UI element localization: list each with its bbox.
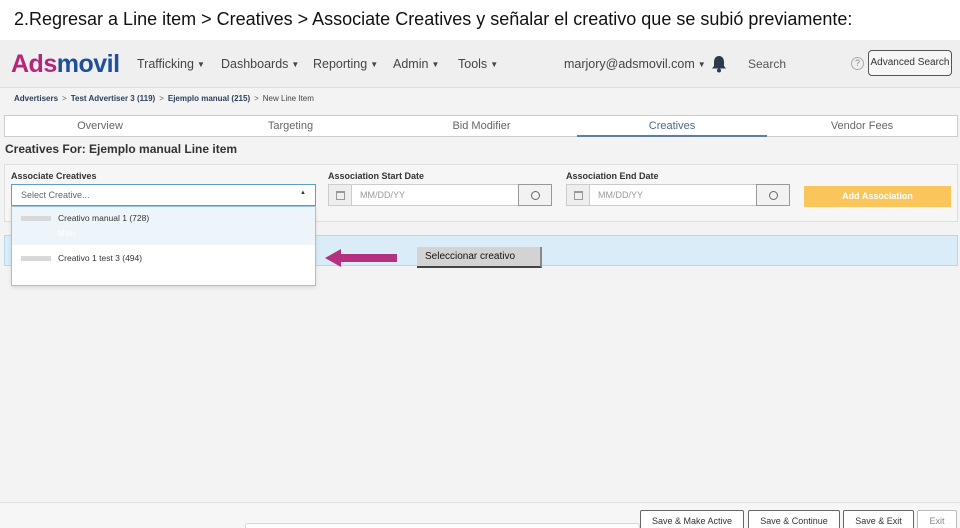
- user-email: marjory@adsmovil.com: [564, 57, 695, 71]
- search-input[interactable]: [740, 52, 862, 76]
- nav-admin-label: Admin: [393, 57, 429, 71]
- end-date-input[interactable]: [590, 184, 757, 206]
- caret-down-icon: ▼: [196, 60, 205, 70]
- dropdown-option-creativo-manual-1[interactable]: Creativo manual 1 (728) Main: [12, 207, 315, 245]
- adsmovil-logo[interactable]: Adsmovil: [11, 50, 120, 79]
- creative-select-placeholder: Select Creative...: [21, 190, 90, 200]
- breadcrumb-advertisers[interactable]: Advertisers: [14, 94, 58, 103]
- save-exit-button[interactable]: Save & Exit: [843, 510, 914, 528]
- nav-reporting[interactable]: Reporting ▼: [313, 57, 378, 71]
- dropdown-option-label: Creativo manual 1 (728): [58, 213, 150, 223]
- breadcrumb: Advertisers > Test Advertiser 3 (119) > Ejem…: [14, 94, 314, 103]
- creative-thumbnail: [21, 256, 51, 261]
- creative-select[interactable]: Select Creative... ▲: [11, 184, 316, 206]
- save-continue-button[interactable]: Save & Continue: [748, 510, 840, 528]
- nav-tools-label: Tools: [458, 57, 488, 71]
- annotation-arrow-shaft: [340, 254, 397, 262]
- start-date-label: Association Start Date: [328, 171, 425, 181]
- tab-targeting[interactable]: Targeting: [195, 116, 386, 137]
- tab-vendor-fees[interactable]: Vendor Fees: [767, 116, 957, 137]
- advanced-search-button[interactable]: Advanced Search: [868, 50, 952, 76]
- caret-down-icon: ▼: [291, 60, 300, 70]
- nav-tools[interactable]: Tools ▼: [458, 57, 498, 71]
- clock-icon: [531, 191, 540, 200]
- logo-part-ads: Ads: [11, 50, 57, 78]
- caret-down-icon: ▼: [697, 60, 706, 70]
- creative-dropdown-list: Creativo manual 1 (728) Main Creativo 1 …: [11, 206, 316, 286]
- line-item-tabs: Overview Targeting Bid Modifier Creative…: [4, 115, 958, 137]
- annotation-callout: Seleccionar creativo: [417, 247, 542, 268]
- chevron-right-icon: >: [62, 94, 67, 103]
- nav-dashboards[interactable]: Dashboards ▼: [221, 57, 299, 71]
- bell-icon[interactable]: [711, 55, 727, 73]
- end-date-label: Association End Date: [566, 171, 659, 181]
- chevron-right-icon: >: [159, 94, 164, 103]
- clock-icon: [769, 191, 778, 200]
- add-association-button[interactable]: Add Association: [804, 186, 951, 207]
- save-make-active-button[interactable]: Save & Make Active: [640, 510, 744, 528]
- calendar-icon: [574, 191, 583, 200]
- arrow-left-icon: [325, 249, 341, 267]
- section-title: Creatives For: Ejemplo manual Line item: [5, 142, 238, 156]
- dropdown-option-label: Creativo 1 test 3 (494): [58, 253, 143, 263]
- user-menu[interactable]: marjory@adsmovil.com ▼: [564, 57, 706, 71]
- chevron-right-icon: >: [254, 94, 259, 103]
- nav-trafficking[interactable]: Trafficking ▼: [137, 57, 205, 71]
- tab-bid-modifier[interactable]: Bid Modifier: [386, 116, 577, 137]
- peek-card: [245, 523, 640, 528]
- creative-thumbnail: [21, 216, 51, 221]
- caret-down-icon: ▼: [490, 60, 499, 70]
- calendar-icon: [336, 191, 345, 200]
- end-calendar-icon[interactable]: [566, 184, 590, 206]
- start-time-button[interactable]: [518, 184, 552, 206]
- breadcrumb-advertiser[interactable]: Test Advertiser 3 (119): [71, 94, 155, 103]
- caret-down-icon: ▼: [370, 60, 379, 70]
- nav-dashboards-label: Dashboards: [221, 57, 289, 71]
- tab-overview[interactable]: Overview: [5, 116, 195, 137]
- app-window: Adsmovil Trafficking ▼ Dashboards ▼ Report…: [0, 40, 960, 528]
- end-time-button[interactable]: [756, 184, 790, 206]
- dropdown-option-sublabel: Main: [58, 229, 76, 238]
- nav-admin[interactable]: Admin ▼: [393, 57, 439, 71]
- dropdown-option-creativo-1-test-3[interactable]: Creativo 1 test 3 (494): [12, 245, 315, 283]
- caret-down-icon: ▼: [431, 60, 440, 70]
- tab-creatives[interactable]: Creatives: [577, 116, 767, 137]
- associate-creatives-label: Associate Creatives: [11, 171, 97, 181]
- nav-trafficking-label: Trafficking: [137, 57, 194, 71]
- start-calendar-icon[interactable]: [328, 184, 352, 206]
- help-icon[interactable]: ?: [851, 57, 864, 70]
- nav-reporting-label: Reporting: [313, 57, 368, 71]
- breadcrumb-campaign[interactable]: Ejemplo manual (215): [168, 94, 250, 103]
- logo-part-movil: movil: [56, 50, 120, 78]
- breadcrumb-current: New Line Item: [262, 94, 314, 103]
- caret-up-icon: ▲: [300, 190, 306, 196]
- start-date-input[interactable]: [352, 184, 519, 206]
- top-navbar: Adsmovil Trafficking ▼ Dashboards ▼ Report…: [0, 40, 960, 88]
- exit-button[interactable]: Exit: [917, 510, 957, 528]
- instruction-text: 2.Regresar a Line item > Creatives > Ass…: [14, 9, 853, 29]
